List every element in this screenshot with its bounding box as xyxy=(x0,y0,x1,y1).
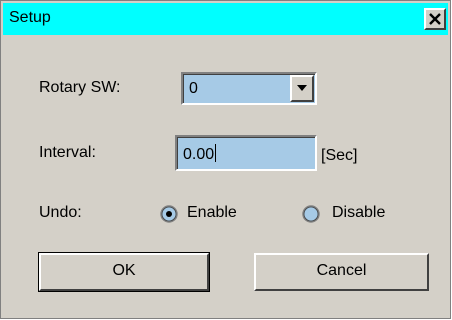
rotary-sw-value: 0 xyxy=(189,80,198,97)
window-title: Setup xyxy=(9,9,51,26)
enable-option-label[interactable]: Enable xyxy=(187,204,237,222)
enable-radio-button[interactable] xyxy=(160,205,178,223)
ok-button[interactable]: OK xyxy=(38,252,210,292)
close-button[interactable] xyxy=(424,8,446,30)
text-caret xyxy=(215,144,217,162)
interval-unit: [Sec] xyxy=(321,147,358,164)
interval-value: 0.00 xyxy=(183,146,215,163)
chevron-down-icon xyxy=(297,85,307,91)
close-icon xyxy=(429,13,441,25)
rotary-sw-dropdown[interactable]: 0 xyxy=(181,72,317,105)
interval-input[interactable]: 0.00 xyxy=(175,135,317,171)
title-bar[interactable]: Setup xyxy=(3,3,448,35)
setup-dialog: Setup Rotary SW: 0 Interval: 0.00 [Sec] … xyxy=(0,0,451,319)
interval-label: Interval: xyxy=(39,144,96,161)
cancel-button[interactable]: Cancel xyxy=(254,253,429,291)
undo-label: Undo: xyxy=(39,204,82,221)
dropdown-button[interactable] xyxy=(290,75,314,102)
disable-radio-button[interactable] xyxy=(302,205,320,223)
rotary-sw-label: Rotary SW: xyxy=(39,79,121,96)
disable-option-label[interactable]: Disable xyxy=(332,204,385,222)
